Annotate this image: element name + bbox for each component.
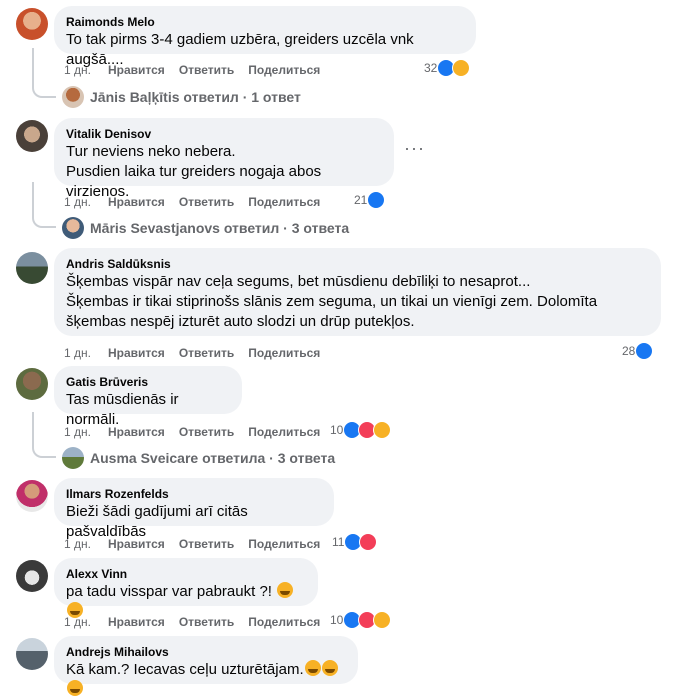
avatar[interactable]: [16, 480, 48, 512]
reply-button[interactable]: Ответить: [179, 424, 234, 440]
share-button[interactable]: Поделиться: [248, 424, 320, 440]
comment-time[interactable]: 1 дн.: [64, 536, 91, 552]
like-button[interactable]: Нравится: [108, 345, 165, 361]
laugh-emoji-icon: [321, 660, 338, 676]
like-button[interactable]: Нравится: [108, 536, 165, 552]
reply-avatar: [62, 217, 84, 239]
comment-bubble: Alexx Vinn pa tadu visspar var pabraukt …: [54, 558, 318, 618]
comment-actions: 1 дн. Нравится Ответить Поделиться: [64, 62, 334, 78]
view-replies-link[interactable]: Jānis Baļķītis ответил · 1 ответ: [62, 86, 301, 108]
reply-button[interactable]: Ответить: [179, 614, 234, 630]
reaction-summary[interactable]: 10: [330, 611, 392, 629]
comment-text-body: pa tadu visspar var pabraukt ?!: [66, 583, 277, 600]
avatar[interactable]: [16, 368, 48, 400]
replies-text: Ausma Sveicare ответила · 3 ответа: [90, 450, 336, 466]
thread-line: [32, 48, 56, 98]
comment-author[interactable]: Andris Saldūksnis: [66, 256, 649, 272]
more-options-icon[interactable]: ···: [404, 138, 425, 159]
reaction-summary[interactable]: 32: [424, 59, 471, 77]
comment-actions: 1 дн. Нравится Ответить Поделиться: [64, 424, 334, 440]
reaction-summary[interactable]: 21: [354, 191, 386, 209]
reply-button[interactable]: Ответить: [179, 194, 234, 210]
comment-text-body: Kā kam.? Iecavas ceļu uzturētājam.: [66, 661, 304, 678]
replies-text: Jānis Baļķītis ответил · 1 ответ: [90, 89, 301, 105]
like-icon: [635, 342, 654, 360]
share-button[interactable]: Поделиться: [248, 62, 320, 78]
comment-actions: 1 дн. Нравится Ответить Поделиться: [64, 194, 334, 210]
comment-actions: 1 дн. Нравится Ответить Поделиться: [64, 345, 334, 361]
reply-avatar: [62, 86, 84, 108]
view-replies-link[interactable]: Ausma Sveicare ответила · 3 ответа: [62, 447, 336, 469]
comment-time[interactable]: 1 дн.: [64, 424, 91, 440]
comment-actions: 1 дн. Нравится Ответить Поделиться: [64, 536, 334, 552]
reaction-count: 11: [332, 535, 345, 549]
reply-button[interactable]: Ответить: [179, 62, 234, 78]
avatar[interactable]: [16, 560, 48, 592]
reaction-count: 10: [330, 423, 344, 437]
avatar[interactable]: [16, 638, 48, 670]
reply-button[interactable]: Ответить: [179, 536, 234, 552]
comment-time[interactable]: 1 дн.: [64, 614, 91, 630]
share-button[interactable]: Поделиться: [248, 614, 320, 630]
reaction-count: 32: [424, 61, 438, 75]
comment-bubble: Ilmars Rozenfelds Bieži šādi gadījumi ar…: [54, 478, 334, 540]
comment-author[interactable]: Alexx Vinn: [66, 566, 306, 582]
replies-text: Māris Sevastjanovs ответил · 3 ответа: [90, 220, 350, 236]
comment-time[interactable]: 1 дн.: [64, 194, 91, 210]
thread-line: [32, 182, 56, 228]
comment-actions: 1 дн. Нравится Ответить Поделиться: [64, 614, 334, 630]
comment-author[interactable]: Gatis Brūveris: [66, 374, 230, 390]
comment-bubble: Andris Saldūksnis Šķembas vispār nav ceļ…: [54, 248, 661, 336]
reaction-count: 21: [354, 193, 368, 207]
reaction-count: 28: [622, 344, 636, 358]
thread-line: [32, 412, 56, 458]
comment-text: Tur neviens neko nebera. Pusdien laika t…: [66, 143, 322, 200]
care-icon: [373, 611, 392, 629]
avatar[interactable]: [16, 8, 48, 40]
comment-bubble: Vitalik Denisov Tur neviens neko nebera.…: [54, 118, 394, 200]
like-button[interactable]: Нравится: [108, 424, 165, 440]
crying-laugh-emoji-icon: [277, 582, 294, 598]
like-button[interactable]: Нравится: [108, 614, 165, 630]
share-button[interactable]: Поделиться: [248, 194, 320, 210]
share-button[interactable]: Поделиться: [248, 345, 320, 361]
comment-bubble: Gatis Brūveris Tas mūsdienās ir normāli.: [54, 366, 242, 428]
comment-author[interactable]: Ilmars Rozenfelds: [66, 486, 322, 502]
comment-author[interactable]: Vitalik Denisov: [66, 126, 382, 142]
comment-time[interactable]: 1 дн.: [64, 62, 91, 78]
comment-bubble: Raimonds Melo To tak pirms 3-4 gadiem uz…: [54, 6, 476, 68]
view-replies-link[interactable]: Māris Sevastjanovs ответил · 3 ответа: [62, 217, 350, 239]
laugh-emoji-icon: [304, 660, 321, 676]
share-button[interactable]: Поделиться: [248, 536, 320, 552]
reaction-summary[interactable]: 28: [622, 342, 654, 360]
avatar[interactable]: [16, 252, 48, 284]
laugh-emoji-icon: [67, 680, 83, 696]
avatar[interactable]: [16, 120, 48, 152]
comment-author[interactable]: Raimonds Melo: [66, 14, 464, 30]
reply-button[interactable]: Ответить: [179, 345, 234, 361]
haha-icon: [373, 421, 392, 439]
haha-icon: [452, 59, 471, 77]
comment-text: Kā kam.? Iecavas ceļu uzturētājam.: [66, 660, 346, 700]
reply-avatar: [62, 447, 84, 469]
like-button[interactable]: Нравится: [108, 62, 165, 78]
reaction-summary[interactable]: 11: [332, 533, 378, 551]
reaction-count: 10: [330, 613, 344, 627]
like-icon: [367, 191, 386, 209]
comment-bubble: Andrejs Mihailovs Kā kam.? Iecavas ceļu …: [54, 636, 358, 696]
comment-text: Šķembas vispār nav ceļa segums, bet mūsd…: [66, 273, 598, 330]
comment-author[interactable]: Andrejs Mihailovs: [66, 644, 346, 660]
reaction-summary[interactable]: 10: [330, 421, 392, 439]
love-icon: [359, 533, 378, 551]
like-button[interactable]: Нравится: [108, 194, 165, 210]
comment-time[interactable]: 1 дн.: [64, 345, 91, 361]
